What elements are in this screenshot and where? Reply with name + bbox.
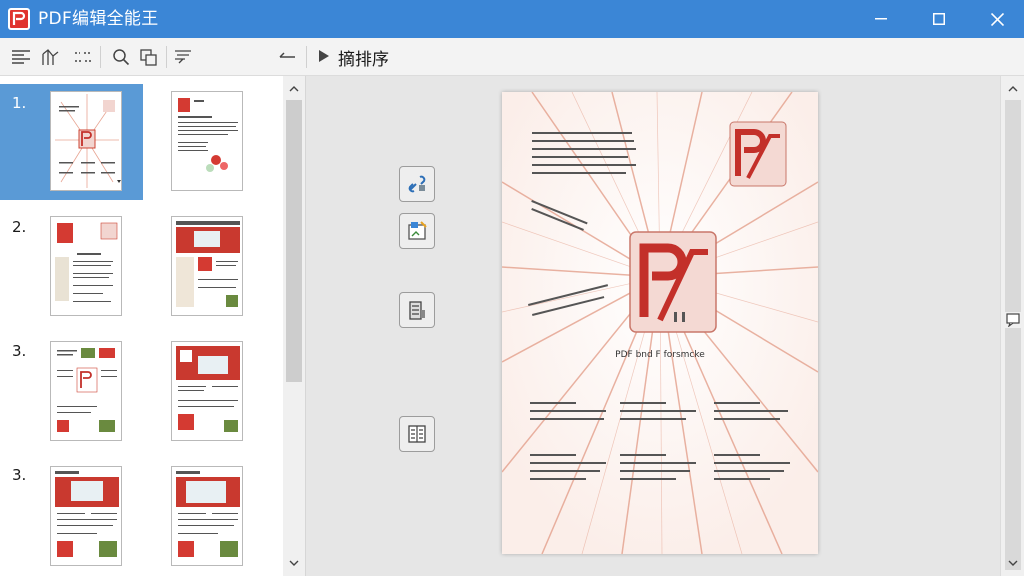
thumbnail-panel: 1. 2. 3. 3. — [0, 76, 306, 576]
page-thumbnail[interactable] — [171, 91, 243, 191]
scrollbar-thumb[interactable] — [286, 100, 302, 382]
page-thumbnail[interactable] — [171, 466, 243, 566]
row-label: 3. — [12, 466, 27, 484]
sort-button[interactable]: 摘排序 — [318, 44, 389, 70]
comment-icon[interactable] — [1005, 312, 1021, 328]
scroll-up-icon[interactable] — [1006, 82, 1020, 96]
align-left-icon[interactable] — [10, 46, 32, 68]
page-thumbnail[interactable] — [50, 91, 122, 191]
row-label: 2. — [12, 218, 27, 236]
toolbar: 摘排序 — [0, 38, 1024, 76]
row-label: 3. — [12, 342, 27, 360]
page-thumbnail[interactable] — [171, 341, 243, 441]
close-button[interactable] — [974, 0, 1020, 38]
link-tool-icon[interactable] — [399, 166, 435, 202]
rows-icon[interactable] — [72, 46, 94, 68]
pdf-page: PDF bnd F forsmcke — [502, 92, 818, 554]
page-thumbnail[interactable] — [50, 466, 122, 566]
copy-pages-icon[interactable] — [138, 46, 160, 68]
book-tool-icon[interactable] — [399, 416, 435, 452]
document-scrollbar[interactable] — [1000, 76, 1024, 576]
window-title: PDF编辑全能王 — [38, 9, 159, 29]
sort-label: 摘排序 — [338, 49, 389, 70]
page-thumbnail[interactable] — [171, 216, 243, 316]
back-arrow-icon[interactable] — [276, 46, 298, 68]
app-logo-icon — [8, 8, 30, 30]
search-icon[interactable] — [110, 46, 132, 68]
split-icon[interactable] — [40, 46, 62, 68]
image-edit-tool-icon[interactable] — [399, 213, 435, 249]
page-thumbnail[interactable] — [50, 216, 122, 316]
minimize-button[interactable] — [858, 0, 904, 38]
document-view: PDF bnd F forsmcke — [306, 76, 1000, 576]
scroll-down-icon[interactable] — [1006, 556, 1020, 570]
page-thumbnail[interactable] — [50, 341, 122, 441]
document-stack-tool-icon[interactable] — [399, 292, 435, 328]
row-label: 1. — [12, 94, 27, 112]
title-bar: PDF编辑全能王 — [0, 0, 1024, 38]
thumbnail-scrollbar[interactable] — [283, 76, 305, 576]
filter-icon[interactable] — [172, 46, 194, 68]
page-caption: PDF bnd F forsmcke — [615, 350, 705, 360]
scrollbar-thumb[interactable] — [1005, 100, 1021, 570]
scroll-down-icon[interactable] — [287, 556, 301, 570]
play-icon — [318, 48, 330, 67]
maximize-button[interactable] — [916, 0, 962, 38]
scroll-up-icon[interactable] — [287, 82, 301, 96]
